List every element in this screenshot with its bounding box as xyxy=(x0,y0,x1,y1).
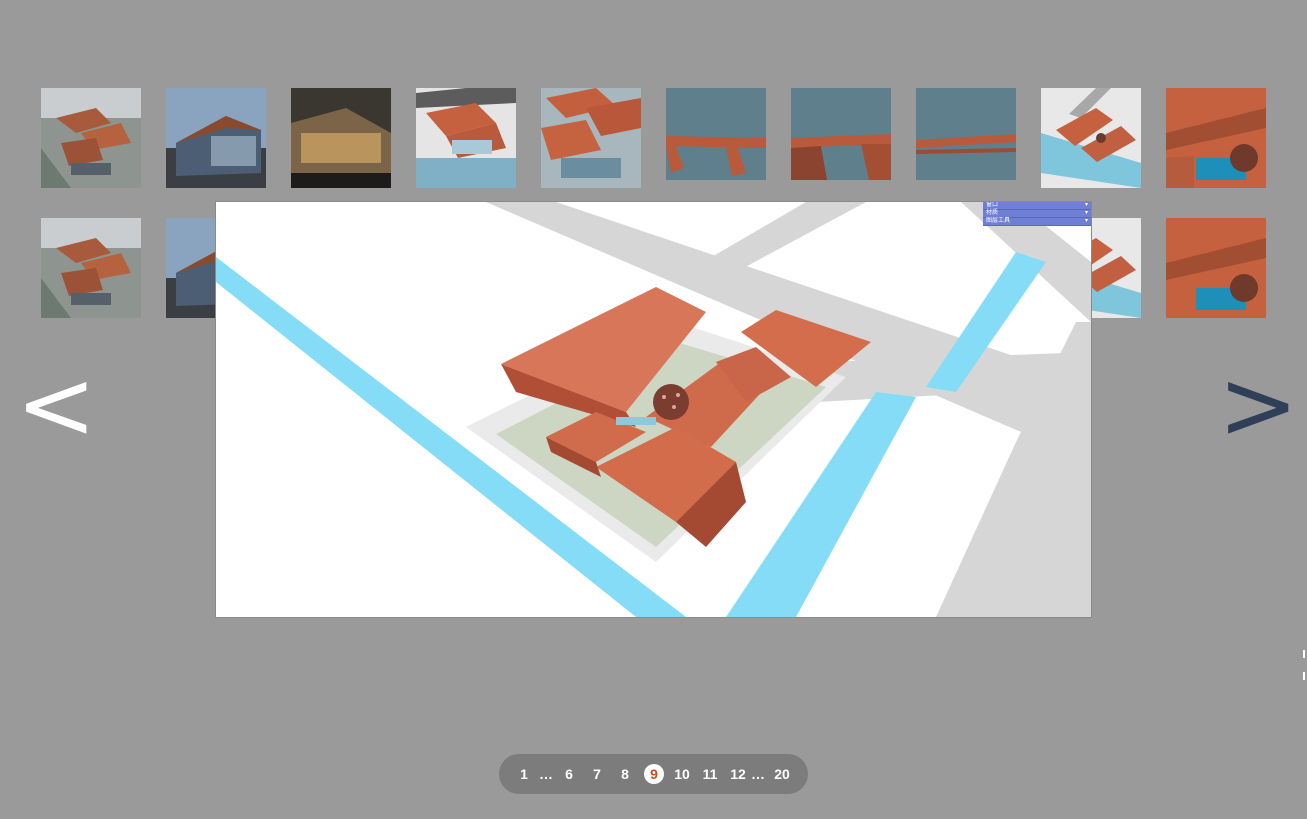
pagination: 1 … 6 7 8 9 10 11 12 … 20 xyxy=(499,754,808,794)
tool-panel-label: 材质 xyxy=(986,210,999,216)
page-8-link[interactable]: 8 xyxy=(618,764,632,784)
page-11-link[interactable]: 11 xyxy=(699,764,721,784)
chevron-down-icon: ▾ xyxy=(1084,210,1088,216)
thumb-night-render[interactable] xyxy=(291,88,391,188)
thumb-frame-closeup-2[interactable] xyxy=(791,88,891,188)
viewer-tool-panel: 窗口 ▾ 材质 ▾ 图层工具 ▾ xyxy=(983,202,1091,226)
edge-marker xyxy=(1303,650,1305,658)
chevron-down-icon: ▾ xyxy=(1084,202,1088,208)
page-1-link[interactable]: 1 xyxy=(517,764,531,784)
page-9-current[interactable]: 9 xyxy=(644,764,664,784)
tool-panel-row-window[interactable]: 窗口 ▾ xyxy=(983,202,1091,210)
prev-arrow-button[interactable]: < xyxy=(16,355,96,455)
thumb-aerial-site[interactable] xyxy=(41,88,141,188)
page-20-link[interactable]: 20 xyxy=(771,764,793,784)
tool-panel-row-layers[interactable]: 图层工具 ▾ xyxy=(983,218,1091,226)
page-12-link[interactable]: 12 xyxy=(727,764,749,784)
thumbnail-row-1 xyxy=(0,88,1307,188)
page-7-link[interactable]: 7 xyxy=(590,764,604,784)
tool-panel-label: 图层工具 xyxy=(986,218,1011,224)
image-viewer: 窗口 ▾ 材质 ▾ 图层工具 ▾ xyxy=(216,202,1091,617)
thumb-aerial-site[interactable] xyxy=(41,218,141,318)
page-6-link[interactable]: 6 xyxy=(562,764,576,784)
thumb-roof-frame[interactable] xyxy=(416,88,516,188)
tool-panel-row-material[interactable]: 材质 ▾ xyxy=(983,210,1091,218)
page-10-link[interactable]: 10 xyxy=(671,764,693,784)
thumb-facade-dusk[interactable] xyxy=(166,88,266,188)
chevron-down-icon: ▾ xyxy=(1084,218,1088,224)
thumb-frame-closeup[interactable] xyxy=(666,88,766,188)
pagination-ellipsis: … xyxy=(751,766,765,782)
thumb-courtyard-detail[interactable] xyxy=(1166,218,1266,318)
tool-panel-label: 窗口 xyxy=(986,202,999,208)
thumb-courtyard-detail[interactable] xyxy=(1166,88,1266,188)
edge-marker xyxy=(1303,672,1305,680)
pagination-ellipsis: … xyxy=(539,766,553,782)
model-overview-image xyxy=(216,202,1091,617)
thumb-model-overview[interactable] xyxy=(1041,88,1141,188)
thumb-beam-detail[interactable] xyxy=(916,88,1016,188)
next-arrow-button[interactable]: > xyxy=(1218,355,1298,455)
thumb-roof-cluster[interactable] xyxy=(541,88,641,188)
